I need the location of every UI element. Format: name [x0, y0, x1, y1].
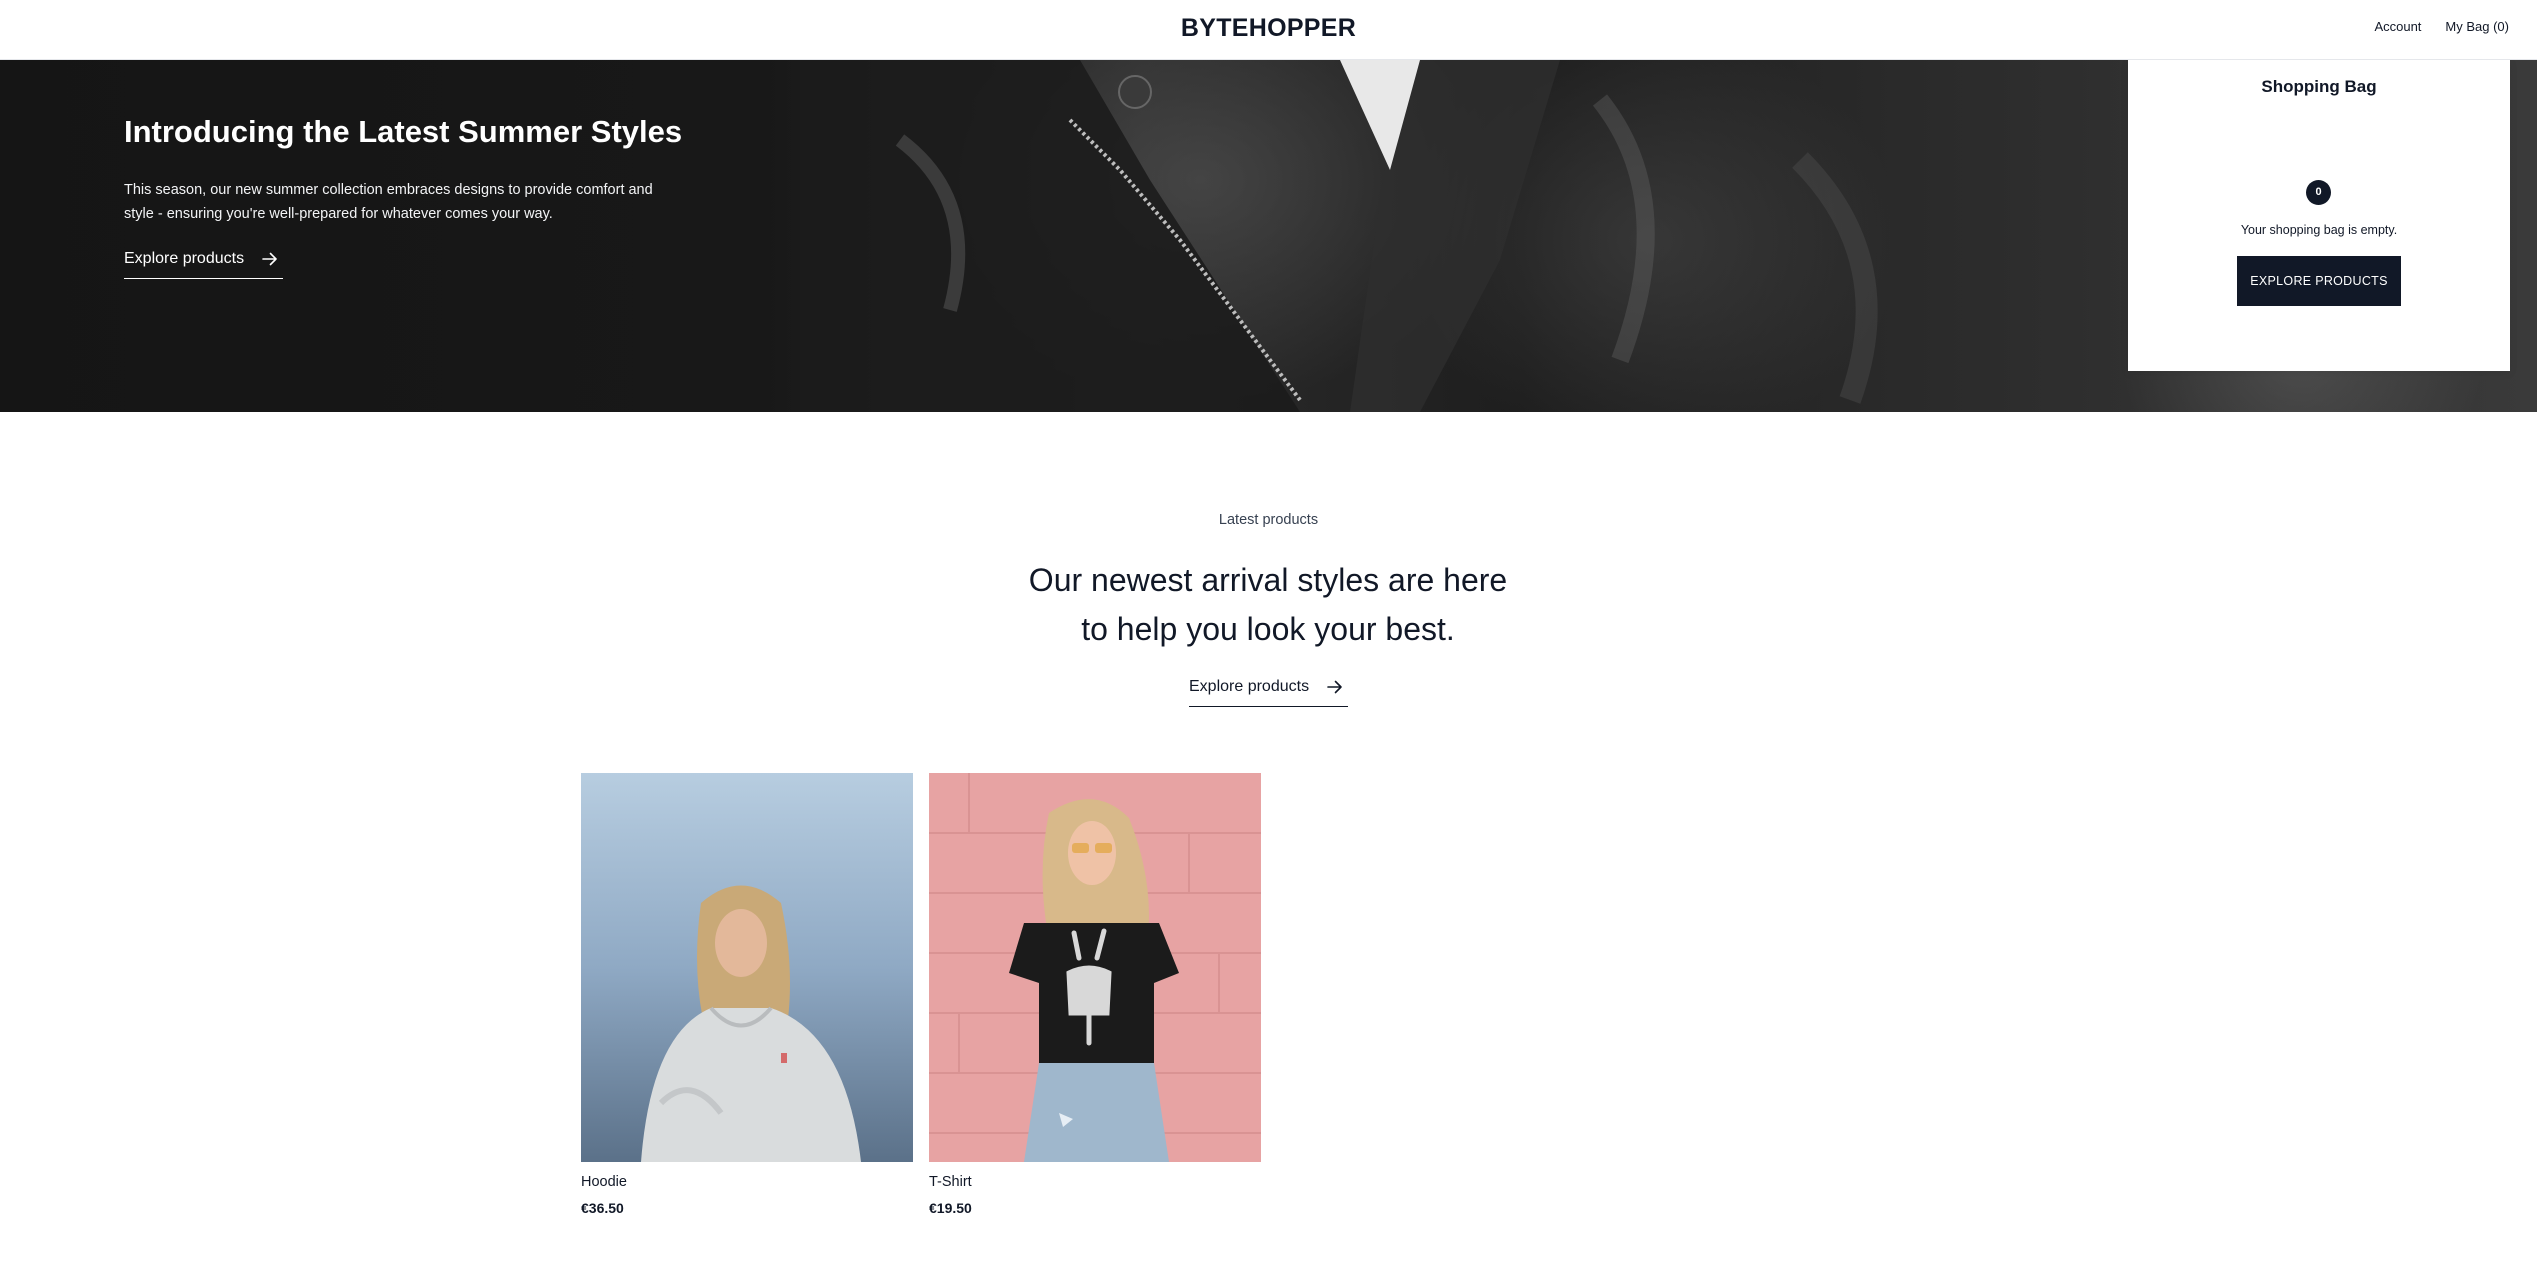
tshirt-photo — [929, 773, 1261, 1162]
latest-products-eyebrow: Latest products — [1218, 512, 1319, 528]
product-card-tshirt[interactable]: T-Shirt €19.50 — [929, 773, 1261, 1216]
bag-count-badge: 0 — [2306, 180, 2331, 205]
latest-products-title: Our newest arrival styles are here to he… — [1028, 562, 1508, 647]
header-nav: Account My Bag (0) — [2374, 19, 2509, 34]
shopping-bag-panel: Shopping Bag 0 Your shopping bag is empt… — [2128, 60, 2510, 371]
hoodie-photo — [581, 773, 913, 1162]
arrow-right-icon — [1327, 680, 1342, 694]
hero-title: Introducing the Latest Summer Styles — [124, 114, 683, 149]
product-price: €36.50 — [581, 1200, 624, 1216]
account-link[interactable]: Account — [2374, 19, 2421, 34]
hero-explore-products-label: Explore products — [124, 250, 245, 267]
tshirt-product-image[interactable] — [929, 773, 1261, 1162]
shopping-bag-title: Shopping Bag — [2261, 77, 2377, 96]
explore-products-button[interactable]: EXPLORE PRODUCTS — [2237, 256, 2401, 306]
site-header: BYTEHOPPER Account My Bag (0) — [0, 0, 2537, 60]
latest-explore-products-label: Explore products — [1189, 678, 1310, 695]
hero-description: This season, our new summer collection e… — [124, 181, 653, 222]
product-card-hoodie[interactable]: Hoodie €36.50 — [581, 773, 913, 1216]
product-price: €19.50 — [929, 1200, 972, 1216]
arrow-right-icon — [262, 252, 277, 266]
hero-text-block: Introducing the Latest Summer Styles Thi… — [124, 113, 684, 226]
hero-explore-products-link[interactable]: Explore products — [124, 250, 283, 279]
my-bag-link[interactable]: My Bag (0) — [2445, 19, 2509, 34]
latest-explore-products-link[interactable]: Explore products — [1189, 678, 1348, 707]
hoodie-product-image[interactable] — [581, 773, 913, 1162]
product-name[interactable]: T-Shirt — [929, 1174, 1261, 1190]
product-name[interactable]: Hoodie — [581, 1174, 913, 1190]
product-grid: Hoodie €36.50 T-Shirt €19.50 — [581, 773, 1261, 1216]
site-logo[interactable]: BYTEHOPPER — [1181, 14, 1356, 42]
logo-wrap: BYTEHOPPER — [0, 14, 2537, 43]
bag-empty-message: Your shopping bag is empty. — [2240, 223, 2398, 237]
